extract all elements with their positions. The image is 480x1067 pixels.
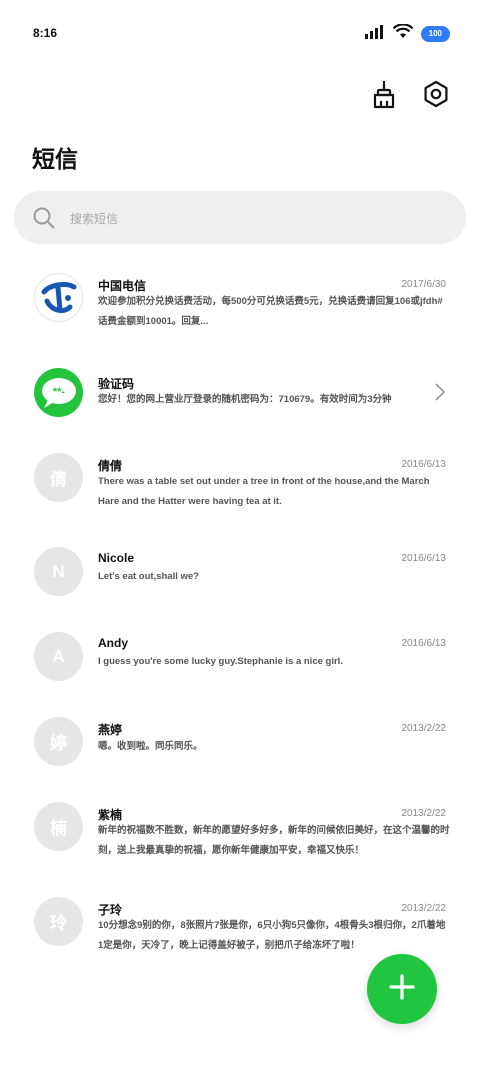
message-date: 2013/2/22 (401, 808, 447, 819)
search-icon (32, 206, 56, 235)
message-preview: I guess you're some lucky guy.Stephanie … (98, 656, 343, 667)
message-item[interactable]: 楠 紫楠 2013/2/22 新年的祝福数不胜数，新年的愿望好多好多，新年的问候… (0, 802, 480, 882)
avatar: 玲 (34, 897, 83, 946)
avatar-telecom-logo (34, 273, 83, 322)
avatar: 楠 (34, 802, 83, 851)
message-item[interactable]: 倩 倩倩 2016/6/13 There was a table set out… (0, 453, 480, 533)
settings-icon[interactable] (420, 78, 452, 110)
message-item[interactable]: **- 验证码 您好！您的网上营业厅登录的随机密码为：710679。有效时间为3… (0, 368, 480, 448)
sender-name: Andy (98, 636, 128, 650)
message-preview: 10分想念9别的你，8张照片7张是你，6只小狗5只像你，4根骨头3根归你，2爪着… (98, 920, 446, 951)
avatar: 倩 (34, 453, 83, 502)
chevron-right-icon[interactable] (434, 382, 446, 407)
message-preview: 您好！您的网上营业厅登录的随机密码为：710679。有效时间为3分钟 (98, 394, 392, 405)
avatar: A (34, 632, 83, 681)
message-preview: There was a table set out under a tree i… (98, 476, 430, 507)
message-preview: 欢迎参加积分兑换话费活动，每500分可兑换话费5元，兑换话费请回复106或jfd… (98, 296, 443, 327)
new-message-button[interactable] (367, 954, 437, 1024)
message-item[interactable]: 婷 燕婷 2013/2/22 嗯。收到啦。同乐同乐。 (0, 717, 480, 797)
message-date: 2013/2/22 (401, 723, 447, 734)
avatar-sms-text: **- (52, 386, 65, 398)
broom-icon[interactable] (368, 78, 400, 110)
message-date: 2016/6/13 (401, 638, 447, 649)
avatar-sms-bubble: **- (34, 368, 83, 417)
message-preview: 嗯。收到啦。同乐同乐。 (98, 741, 203, 752)
message-preview: Let's eat out,shall we? (98, 571, 199, 582)
battery-badge: 100 (420, 26, 450, 42)
wifi-icon (392, 23, 413, 44)
message-date: 2013/2/22 (401, 903, 447, 914)
status-time: 8:16 (33, 26, 58, 40)
message-date: 2017/6/30 (401, 279, 447, 290)
page-title: 短信 (32, 146, 78, 172)
sender-name: Nicole (98, 551, 135, 565)
message-item[interactable]: 中国电信 2017/6/30 欢迎参加积分兑换话费活动，每500分可兑换话费5元… (0, 270, 480, 350)
message-date: 2016/6/13 (401, 553, 447, 564)
message-item[interactable]: N Nicole 2016/6/13 Let's eat out,shall w… (0, 547, 480, 627)
search-bar[interactable] (14, 191, 466, 246)
search-input[interactable] (68, 191, 452, 246)
status-icons: 100 (364, 23, 450, 44)
status-bar: 8:16 100 (0, 0, 480, 64)
message-date: 2016/6/13 (401, 459, 447, 470)
message-preview: 新年的祝福数不胜数，新年的愿望好多好多，新年的问候依旧美好，在这个温馨的时刻，送… (98, 825, 450, 856)
message-item[interactable]: A Andy 2016/6/13 I guess you're some luc… (0, 632, 480, 712)
toolbar-actions (368, 78, 452, 110)
avatar: N (34, 547, 83, 596)
avatar: 婷 (34, 717, 83, 766)
signal-icon (364, 24, 385, 44)
plus-icon (388, 973, 416, 1006)
sender-name: 燕婷 (98, 723, 123, 737)
